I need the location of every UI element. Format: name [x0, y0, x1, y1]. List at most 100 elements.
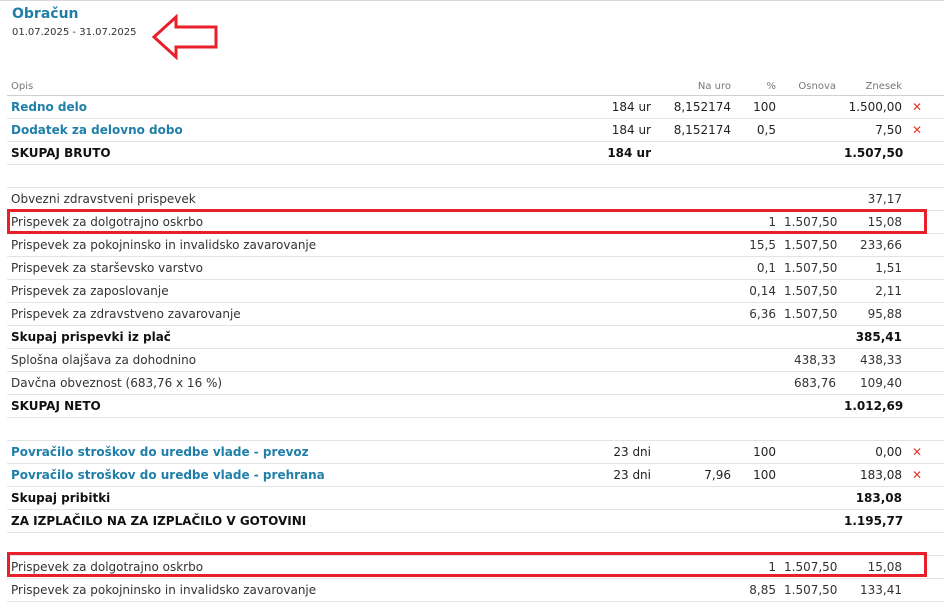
row-qty — [603, 486, 655, 510]
spacer-row — [7, 417, 944, 441]
table-row: Obvezni zdravstveni prispevek 37,17 — [7, 187, 944, 211]
row-pct: 6,36 — [735, 302, 780, 326]
row-qty — [603, 509, 655, 533]
row-amount: 2,11 — [840, 279, 906, 303]
row-qty — [603, 256, 655, 280]
row-base: 1.507,50 — [780, 555, 840, 579]
row-desc-link[interactable]: Povračilo stroškov do uredbe vlade - pre… — [7, 463, 603, 487]
row-amount: 1.500,00 — [840, 95, 906, 119]
column-header-qty — [603, 77, 655, 96]
column-header-base: Osnova — [780, 77, 840, 96]
row-base — [780, 486, 840, 510]
row-base: 1.507,50 — [780, 210, 840, 234]
delete-x-icon[interactable]: ✕ — [912, 100, 922, 114]
row-qty — [603, 371, 655, 395]
row-amount: 109,40 — [840, 371, 906, 395]
delete-x-icon[interactable]: ✕ — [912, 445, 922, 459]
spacer-row — [7, 532, 944, 556]
table-row-total: Skupaj pribitki 183,08 — [7, 486, 944, 510]
row-base — [780, 325, 840, 349]
table-row: Prispevek za pokojninsko in invalidsko z… — [7, 578, 944, 602]
row-qty — [603, 302, 655, 326]
row-rate — [655, 348, 735, 372]
row-desc: Prispevek za pokojninsko in invalidsko z… — [7, 233, 603, 257]
row-base — [780, 440, 840, 464]
table-row: Splošna olajšava za dohodnino 438,33 438… — [7, 348, 944, 372]
row-qty — [603, 394, 655, 418]
top-border — [0, 0, 944, 1]
row-amount: 15,08 — [840, 555, 906, 579]
table-row-highlighted: Prispevek za dolgotrajno oskrbo 1 1.507,… — [7, 555, 944, 579]
row-qty: 184 ur — [603, 118, 655, 142]
page-title: Obračun — [12, 6, 79, 22]
row-amount: 1.195,77 — [840, 509, 906, 533]
row-qty — [603, 233, 655, 257]
row-rate — [655, 279, 735, 303]
row-amount: 233,66 — [840, 233, 906, 257]
table-row-total: SKUPAJ NETO 1.012,69 — [7, 394, 944, 418]
column-header-actions — [906, 77, 944, 96]
row-desc: SKUPAJ NETO — [7, 394, 603, 418]
row-rate — [655, 371, 735, 395]
table-row: Prispevek za starševsko varstvo 0,1 1.50… — [7, 256, 944, 280]
row-rate — [655, 141, 735, 165]
row-amount: 37,17 — [840, 187, 906, 211]
row-base: 438,33 — [780, 348, 840, 372]
row-pct: 0,1 — [735, 256, 780, 280]
row-desc: Skupaj pribitki — [7, 486, 603, 510]
table-row[interactable]: Dodatek za delovno dobo 184 ur 8,152174 … — [7, 118, 944, 142]
row-amount: 183,08 — [840, 463, 906, 487]
delete-x-icon[interactable]: ✕ — [912, 468, 922, 482]
row-qty — [603, 279, 655, 303]
row-amount: 1,51 — [840, 256, 906, 280]
table-row-total: SKUPAJ BRUTO 184 ur 1.507,50 — [7, 141, 944, 165]
table-row: Davčna obveznost (683,76 x 16 %) 683,76 … — [7, 371, 944, 395]
row-base: 683,76 — [780, 371, 840, 395]
row-qty: 184 ur — [603, 95, 655, 119]
row-desc: ZA IZPLAČILO NA ZA IZPLAČILO V GOTOVINI — [7, 509, 603, 533]
table-header-row: Opis Na uro % Osnova Znesek — [7, 77, 944, 96]
row-base — [780, 118, 840, 142]
table-row[interactable]: Redno delo 184 ur 8,152174 100 1.500,00 … — [7, 95, 944, 119]
row-rate — [655, 233, 735, 257]
row-base: 1.507,50 — [780, 578, 840, 602]
row-desc-link[interactable]: Povračilo stroškov do uredbe vlade - pre… — [7, 440, 603, 464]
row-qty — [603, 210, 655, 234]
row-pct: 8,85 — [735, 578, 780, 602]
row-qty — [603, 325, 655, 349]
row-qty — [603, 555, 655, 579]
table-row: Prispevek za pokojninsko in invalidsko z… — [7, 233, 944, 257]
row-desc-link[interactable]: Redno delo — [7, 95, 603, 119]
row-desc: Prispevek za dolgotrajno oskrbo — [7, 210, 603, 234]
row-base: 1.507,50 — [780, 256, 840, 280]
table-row[interactable]: Povračilo stroškov do uredbe vlade - pre… — [7, 463, 944, 487]
row-qty — [603, 578, 655, 602]
arrow-left-icon — [151, 13, 218, 61]
row-rate — [655, 325, 735, 349]
row-rate — [655, 302, 735, 326]
row-pct: 1 — [735, 210, 780, 234]
row-desc-link[interactable]: Dodatek za delovno dobo — [7, 118, 603, 142]
row-pct: 100 — [735, 95, 780, 119]
delete-x-icon[interactable]: ✕ — [912, 123, 922, 137]
row-pct: 0,5 — [735, 118, 780, 142]
table-row[interactable]: Povračilo stroškov do uredbe vlade - pre… — [7, 440, 944, 464]
row-base — [780, 141, 840, 165]
row-qty: 23 dni — [603, 463, 655, 487]
row-amount: 15,08 — [840, 210, 906, 234]
row-qty: 184 ur — [603, 141, 655, 165]
row-base — [780, 187, 840, 211]
row-pct — [735, 371, 780, 395]
row-desc: Obvezni zdravstveni prispevek — [7, 187, 603, 211]
row-desc: SKUPAJ BRUTO — [7, 141, 603, 165]
row-amount: 0,00 — [840, 440, 906, 464]
row-amount: 1.012,69 — [840, 394, 906, 418]
row-pct — [735, 325, 780, 349]
row-rate — [655, 509, 735, 533]
row-pct: 1 — [735, 555, 780, 579]
row-pct — [735, 394, 780, 418]
row-qty — [603, 348, 655, 372]
table-row: Prispevek za zdravstveno zavarovanje 6,3… — [7, 302, 944, 326]
row-base — [780, 95, 840, 119]
row-rate — [655, 394, 735, 418]
